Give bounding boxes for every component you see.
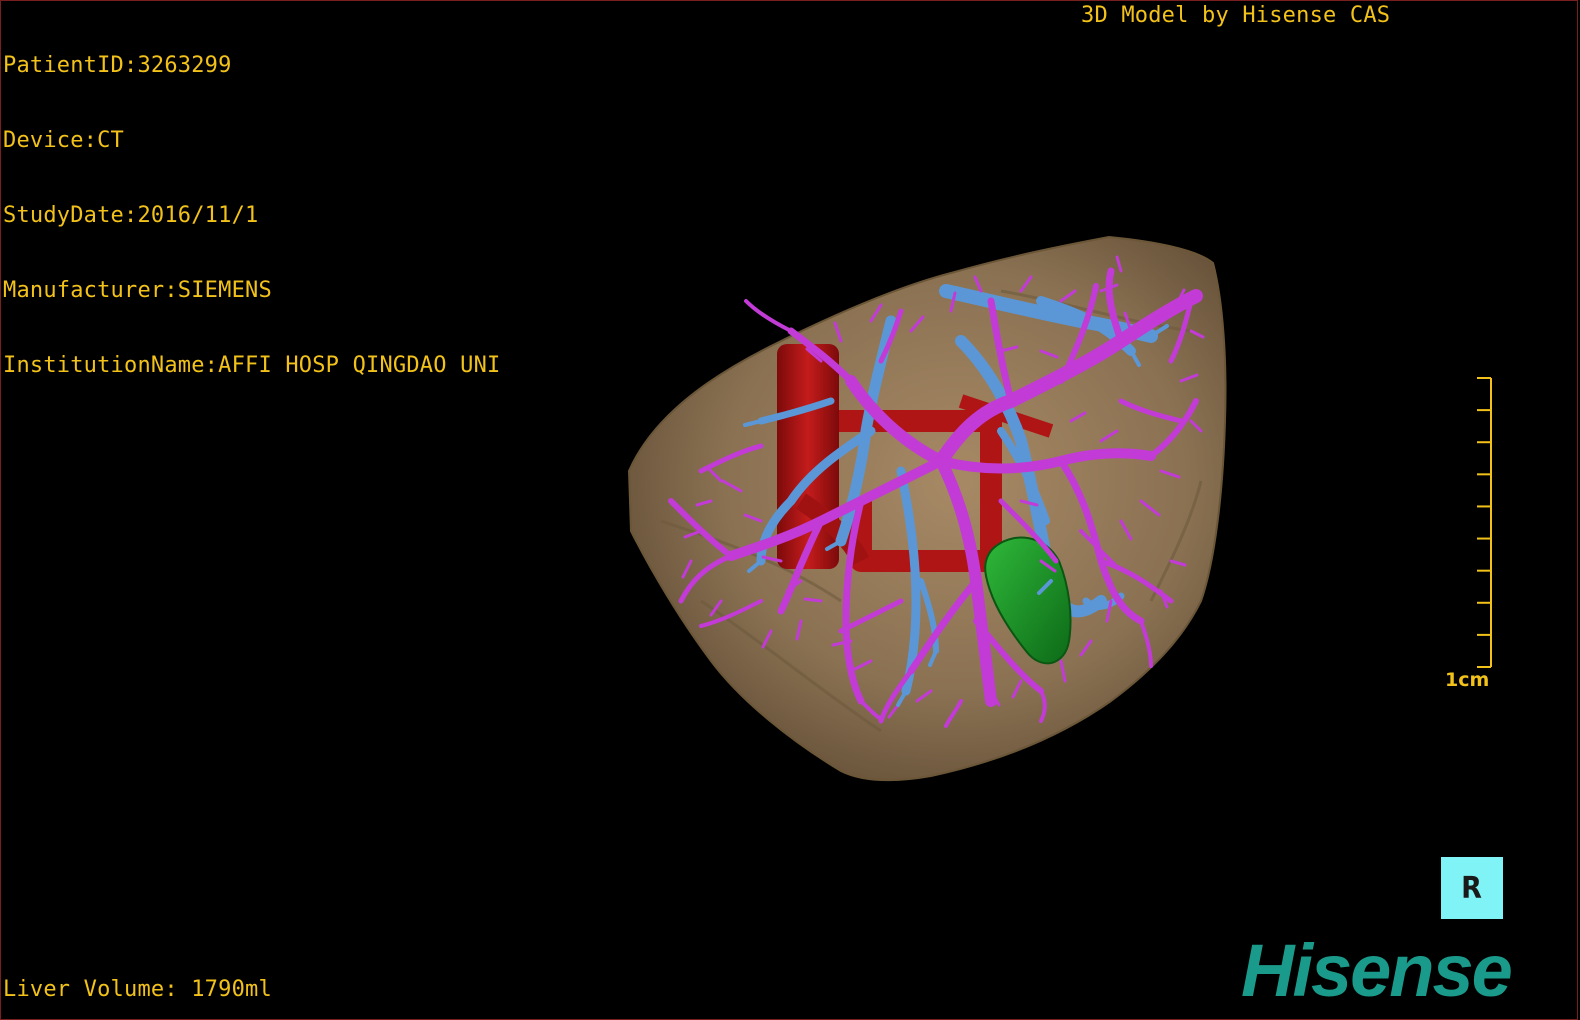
study-date: StudyDate:2016/11/1 — [3, 203, 259, 228]
hisense-logo: Hisense — [1241, 929, 1513, 1012]
3d-viewport[interactable]: PatientID:3263299 Device:CT StudyDate:20… — [0, 0, 1578, 1020]
model-credit: 3D Model by Hisense CAS — [1081, 3, 1391, 28]
liver-volume: Liver Volume: 1790ml — [3, 977, 272, 1002]
orientation-cube-icon[interactable]: R — [1441, 857, 1503, 919]
scale-bar — [1477, 377, 1492, 668]
dicom-header: PatientID:3263299 Device:CT StudyDate:20… — [3, 3, 500, 428]
institution-name: InstitutionName:AFFI HOSP QINGDAO UNI — [3, 353, 501, 378]
manufacturer: Manufacturer:SIEMENS — [3, 278, 272, 303]
scale-label: 1cm — [1445, 669, 1490, 691]
orientation-label: R — [1461, 870, 1483, 906]
patient-id: PatientID:3263299 — [3, 53, 232, 78]
device: Device:CT — [3, 128, 125, 153]
liver-surface — [627, 235, 1227, 782]
